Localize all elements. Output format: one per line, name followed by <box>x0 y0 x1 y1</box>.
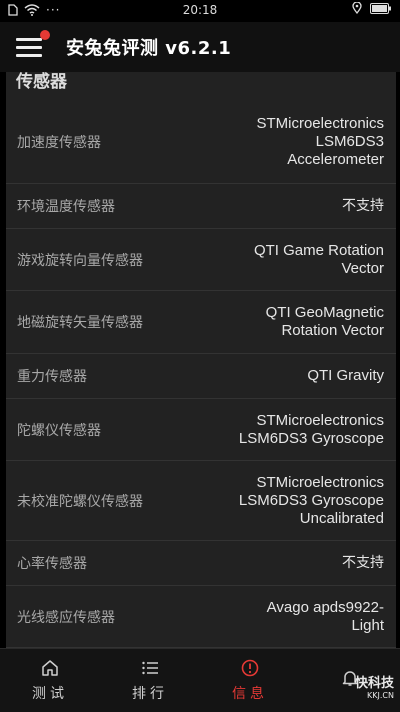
list-icon <box>142 661 158 674</box>
sensor-row-geomagnetic-rotation-vector: 地磁旋转矢量传感器 QTI GeoMagnetic Rotation Vecto… <box>6 291 396 354</box>
sensor-row-ambient-temperature: 环境温度传感器 不支持 <box>6 184 396 229</box>
status-bar: ··· 20:18 <box>0 0 400 22</box>
bottom-nav: 测试 排行 信息 <box>0 648 400 712</box>
watermark-text: 快科技 <box>354 676 394 691</box>
tab-test[interactable]: 测试 <box>0 649 100 712</box>
sensor-label: 光线感应传感器 <box>17 609 115 626</box>
sensor-info-panel[interactable]: 传感器 加速度传感器 STMicroelectronics LSM6DS3 Ac… <box>6 72 396 648</box>
sensor-row-game-rotation-vector: 游戏旋转向量传感器 QTI Game Rotation Vector <box>6 229 396 291</box>
watermark-subtext: KKJ.CN <box>367 691 394 700</box>
home-icon <box>42 659 58 676</box>
notification-dot <box>40 30 50 40</box>
sensor-label: 加速度传感器 <box>17 134 101 151</box>
sensor-row-gyroscope: 陀螺仪传感器 STMicroelectronics LSM6DS3 Gyrosc… <box>6 399 396 461</box>
app-toolbar: 安兔兔评测 v6.2.1 <box>0 22 400 72</box>
tab-info[interactable]: 信息 <box>200 649 300 712</box>
sensor-row-heart-rate: 心率传感器 不支持 <box>6 541 396 586</box>
tab-label: 信息 <box>232 685 268 702</box>
status-right-icons <box>352 2 392 14</box>
sensor-value: QTI Gravity <box>307 367 384 384</box>
sensor-label: 游戏旋转向量传感器 <box>17 252 143 269</box>
sensor-label: 陀螺仪传感器 <box>17 422 101 439</box>
location-icon <box>352 2 362 14</box>
watermark-logo: 快科技 KKJ.CN <box>354 676 394 702</box>
info-icon <box>241 659 259 676</box>
sensor-value: STMicroelectronics LSM6DS3 Gyroscope <box>238 411 384 447</box>
menu-button[interactable] <box>16 30 50 58</box>
section-title: 传感器 <box>16 72 67 92</box>
sensor-value: 不支持 <box>342 198 384 214</box>
sensor-value: STMicroelectronics LSM6DS3 Accelerometer <box>256 114 384 168</box>
sensor-value: QTI GeoMagnetic Rotation Vector <box>265 304 384 339</box>
status-time: 20:18 <box>182 3 218 17</box>
sensor-label: 未校准陀螺仪传感器 <box>17 493 143 510</box>
sensor-value: QTI Game Rotation Vector <box>253 241 384 277</box>
sensor-value: Avago apds9922- Light <box>266 598 384 634</box>
tab-ranking[interactable]: 排行 <box>100 649 200 712</box>
sensor-value: 不支持 <box>342 555 384 571</box>
sensor-row-accelerometer: 加速度传感器 STMicroelectronics LSM6DS3 Accele… <box>6 100 396 184</box>
sensor-label: 重力传感器 <box>17 369 87 385</box>
sensor-label: 心率传感器 <box>17 556 87 572</box>
sensor-row-gravity: 重力传感器 QTI Gravity <box>6 354 396 399</box>
sensor-row-uncalibrated-gyroscope: 未校准陀螺仪传感器 STMicroelectronics LSM6DS3 Gyr… <box>6 461 396 541</box>
app-title: 安兔兔评测 v6.2.1 <box>66 38 232 59</box>
sensor-value: STMicroelectronics LSM6DS3 Gyroscope Unc… <box>238 473 384 527</box>
sensor-row-light: 光线感应传感器 Avago apds9922- Light <box>6 586 396 648</box>
sensor-label: 环境温度传感器 <box>17 199 115 215</box>
tab-label: 测试 <box>32 685 68 702</box>
sensor-label: 地磁旋转矢量传感器 <box>17 315 143 331</box>
tab-label: 排行 <box>132 685 168 702</box>
battery-icon <box>370 2 391 14</box>
